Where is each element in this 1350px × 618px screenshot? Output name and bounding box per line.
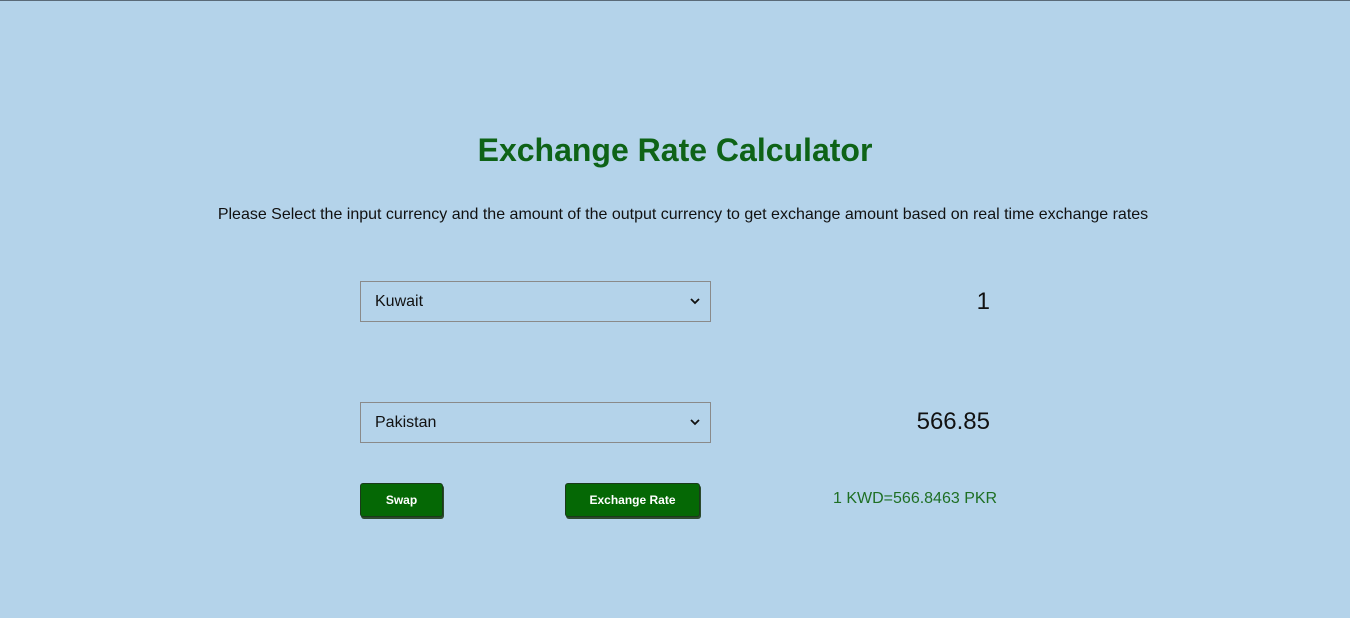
chevron-down-icon [688,416,702,430]
exchange-rate-button[interactable]: Exchange Rate [565,483,700,517]
exchange-rate-result: 1 KWD=566.8463 PKR [833,490,998,507]
to-amount-output: 566.85 [916,408,990,435]
page-title: Exchange Rate Calculator [477,132,873,168]
from-amount-input[interactable] [900,288,990,316]
chevron-down-icon [688,295,702,309]
from-currency-value: Kuwait [375,292,424,310]
to-currency-value: Pakistan [375,413,437,431]
page-description: Please Select the input currency and the… [217,206,1149,223]
from-currency-select[interactable]: Kuwait [360,281,711,322]
swap-button[interactable]: Swap [360,483,443,517]
to-currency-select[interactable]: Pakistan [360,402,711,443]
